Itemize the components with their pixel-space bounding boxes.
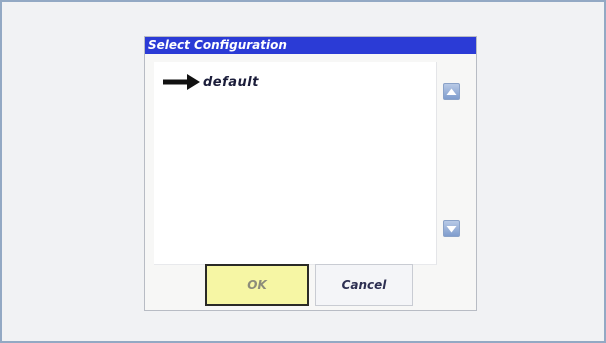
touch-screen: Select Configuration default OK Cancel xyxy=(0,0,606,343)
scroll-down-button[interactable] xyxy=(443,220,460,237)
ok-button[interactable]: OK xyxy=(205,264,309,306)
arrow-up-icon xyxy=(446,83,457,101)
list-item-label: default xyxy=(203,74,259,90)
arrow-right-icon xyxy=(162,72,202,92)
cancel-button[interactable]: Cancel xyxy=(315,264,413,306)
select-configuration-dialog: Select Configuration default OK Cancel xyxy=(144,36,477,311)
arrow-down-icon xyxy=(446,220,457,238)
scroll-up-button[interactable] xyxy=(443,83,460,100)
configuration-list[interactable]: default xyxy=(154,62,437,265)
list-item[interactable]: default xyxy=(162,72,259,92)
dialog-title: Select Configuration xyxy=(145,37,476,54)
